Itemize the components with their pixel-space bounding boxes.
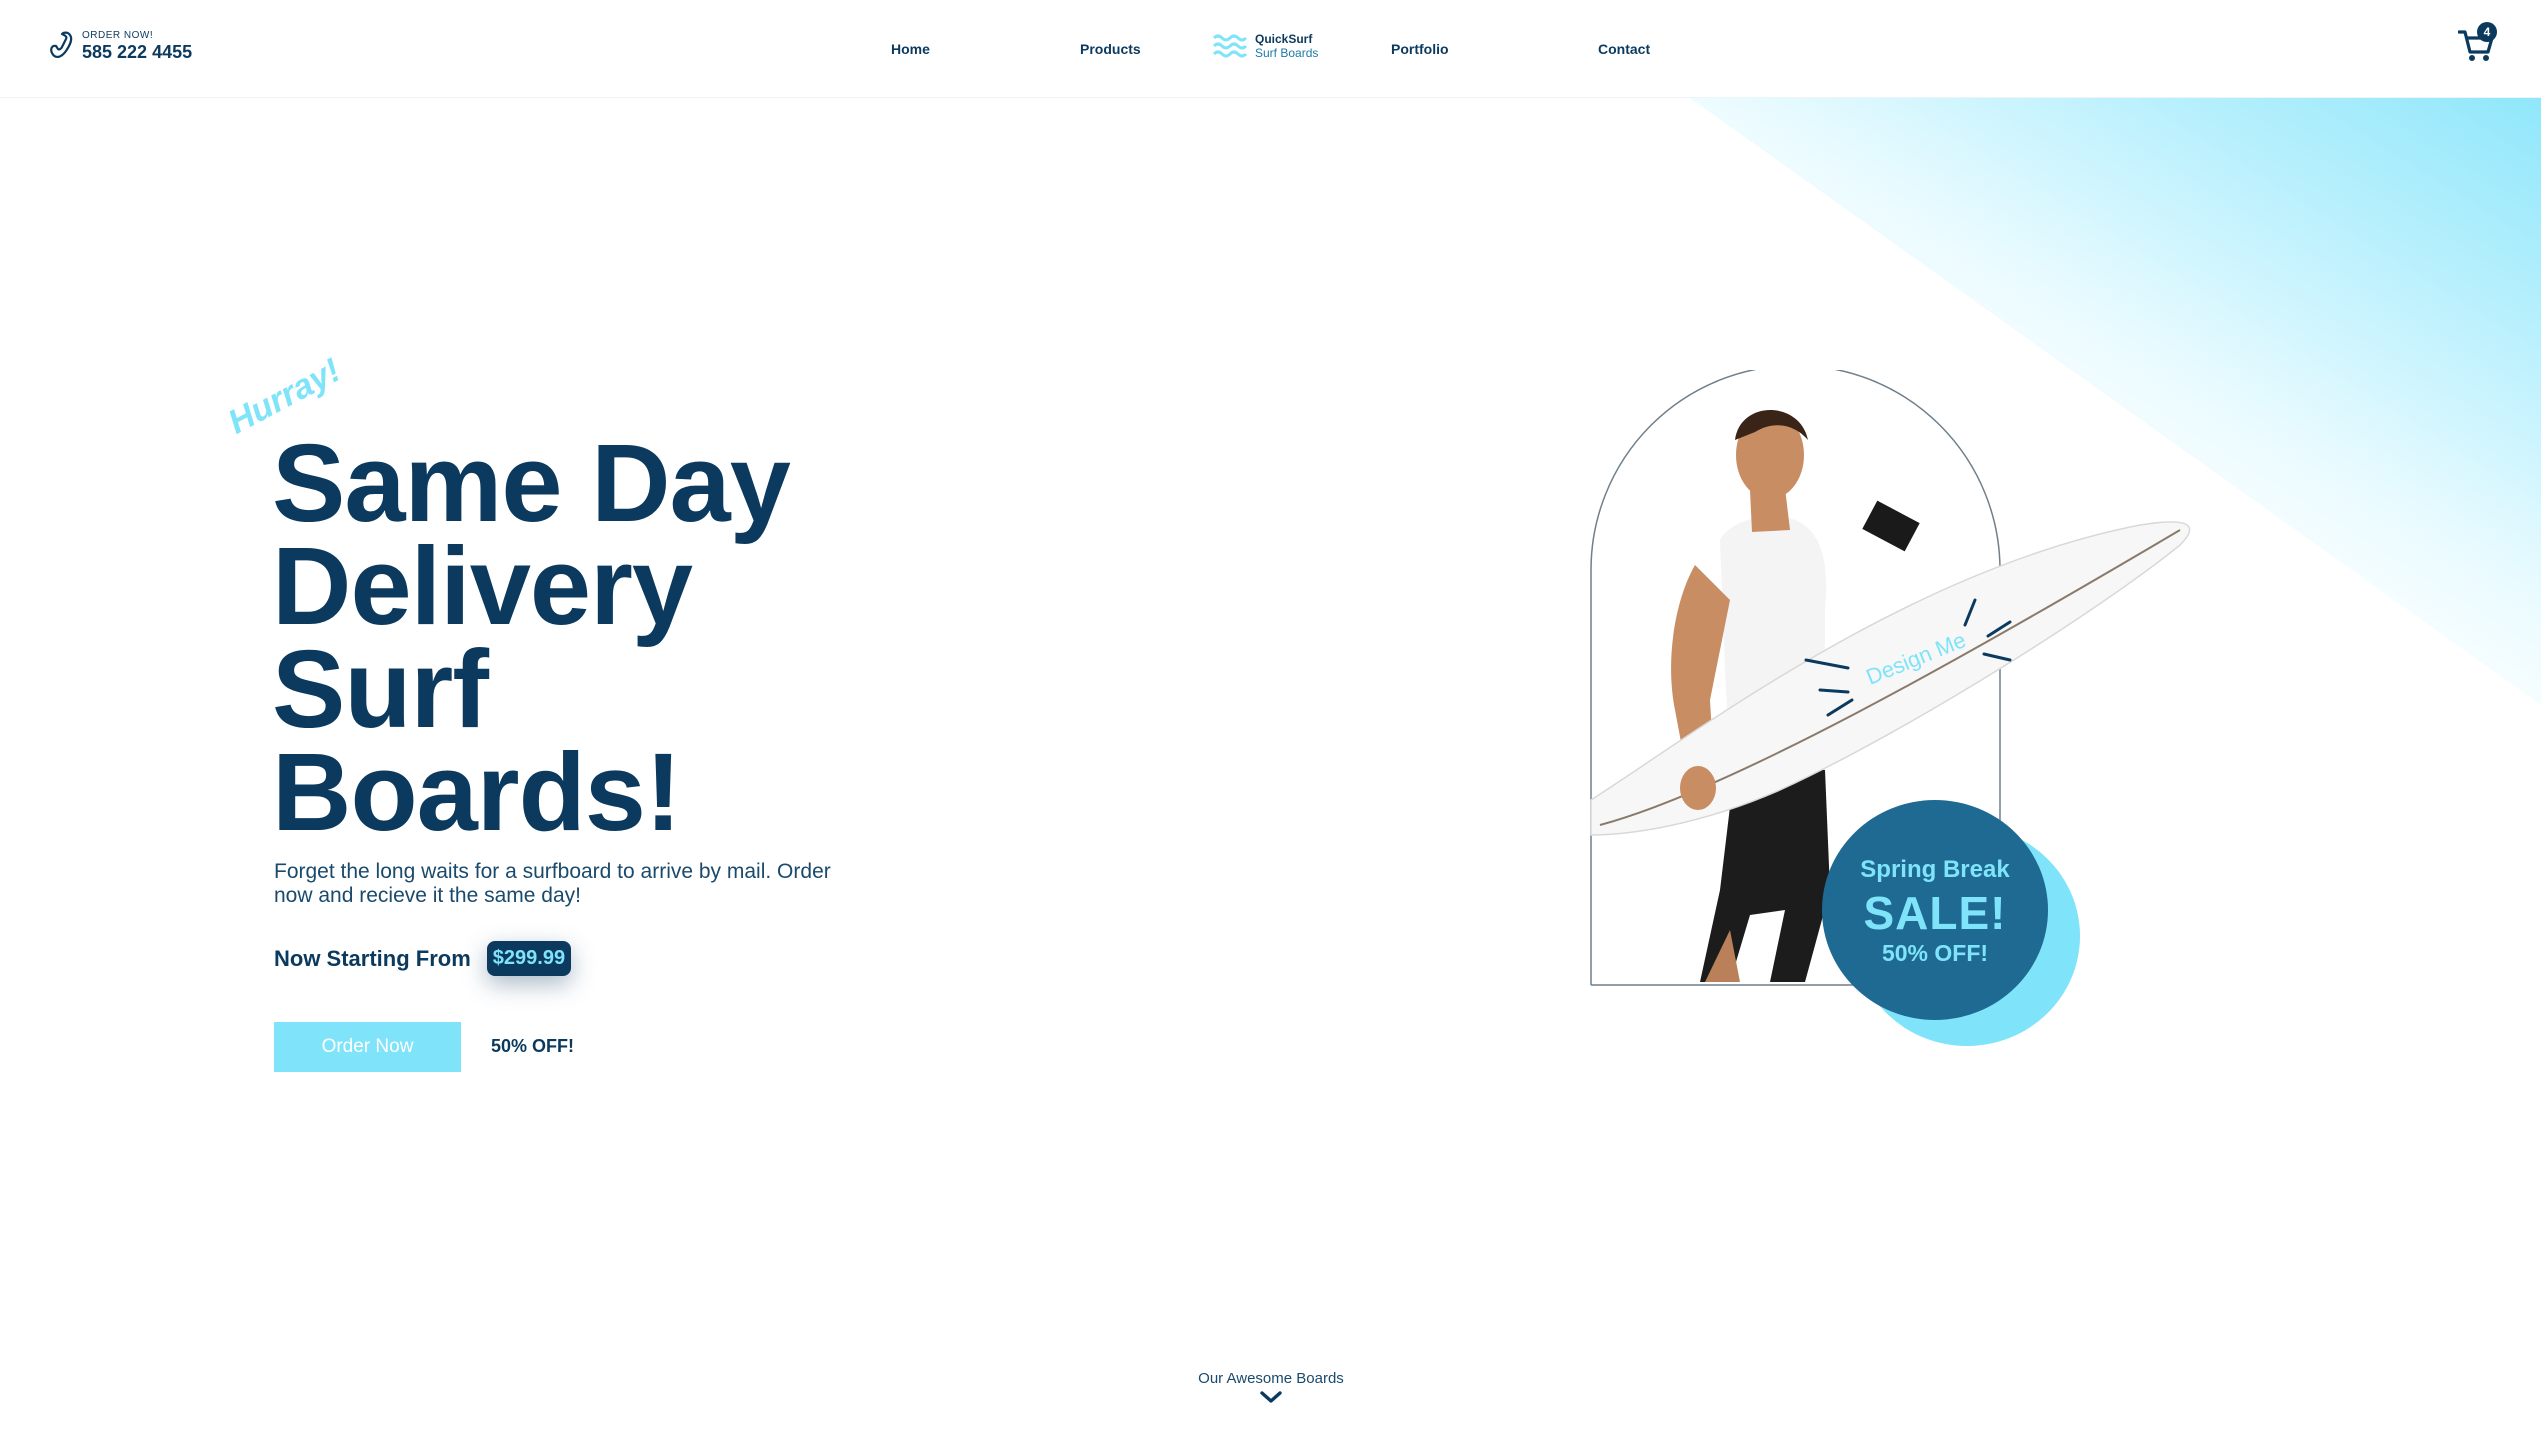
sale-line-2: SALE!: [1863, 887, 2007, 939]
headline-line: Same Day: [272, 422, 791, 545]
nav-products[interactable]: Products: [1080, 41, 1141, 57]
scroll-to-boards-link[interactable]: Our Awesome Boards: [1198, 1370, 1344, 1405]
discount-label: 50% OFF!: [491, 1036, 575, 1056]
price-tag: $299.99: [486, 941, 572, 976]
cart-count-badge: 4: [2477, 22, 2497, 42]
price-row: Now Starting From $299.99: [274, 941, 572, 976]
headline-line: Delivery: [272, 525, 693, 648]
order-now-button[interactable]: Order Now: [274, 1022, 461, 1072]
chevron-down-icon: [1260, 1391, 1282, 1403]
nav-contact[interactable]: Contact: [1598, 41, 1650, 57]
price-label: Now Starting From: [274, 945, 471, 971]
phone-number[interactable]: 585 222 4455: [82, 42, 192, 62]
hero-headline: Same Day Delivery Surf Boards!: [272, 422, 912, 854]
headline-line: Boards!: [272, 731, 682, 854]
logo-subtitle: Surf Boards: [1255, 46, 1319, 60]
phone-icon: [50, 31, 73, 58]
nav-portfolio[interactable]: Portfolio: [1391, 41, 1449, 57]
sale-line-1: Spring Break: [1860, 856, 2010, 883]
logo-title: QuickSurf: [1255, 32, 1313, 46]
sale-badge-circle: Spring Break SALE! 50% OFF!: [1822, 800, 2048, 1020]
waves-logo-icon: [1213, 34, 1248, 58]
order-now-label: ORDER NOW!: [82, 30, 154, 41]
hero-description: Forget the long waits for a surfboard to…: [274, 860, 831, 907]
sale-badge: Spring Break SALE! 50% OFF!: [1822, 800, 2082, 1048]
header: ORDER NOW! 585 222 4455 Home Products Qu…: [0, 0, 2541, 98]
site-logo[interactable]: QuickSurf Surf Boards: [1213, 32, 1318, 60]
order-phone-block[interactable]: ORDER NOW! 585 222 4455: [48, 30, 192, 62]
sale-line-3: 50% OFF!: [1881, 940, 1989, 966]
nav-home[interactable]: Home: [891, 41, 930, 57]
headline-line: Surf: [272, 628, 489, 751]
scroll-label: Our Awesome Boards: [1198, 1370, 1344, 1387]
